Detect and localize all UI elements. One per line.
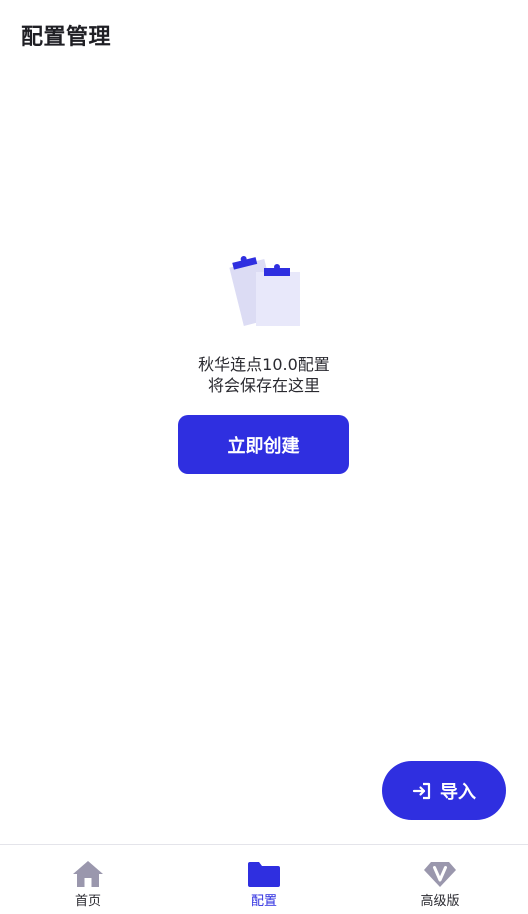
import-label: 导入 (440, 781, 476, 803)
page-title: 配置管理 (21, 25, 112, 50)
nav-label-config: 配置 (250, 894, 277, 909)
login-arrow-icon (412, 781, 432, 801)
clipboard-stack-icon (226, 252, 302, 328)
nav-label-premium: 高级版 (420, 894, 460, 909)
create-now-button[interactable]: 立即创建 (178, 415, 349, 474)
import-button[interactable]: 导入 (382, 761, 506, 820)
nav-item-config[interactable]: 配置 (176, 845, 352, 914)
folder-icon (247, 859, 281, 889)
config-manager-screen: 配置管理 秋华连点10.0配置 将会保存在这里 立即创建 导入 首页 配置 高级… (0, 0, 528, 914)
empty-state-message: 秋华连点10.0配置 将会保存在这里 (0, 354, 528, 396)
empty-state-line-2: 将会保存在这里 (207, 376, 320, 395)
nav-item-premium[interactable]: 高级版 (352, 845, 528, 914)
nav-item-home[interactable]: 首页 (0, 845, 176, 914)
empty-state-line-1: 秋华连点10.0配置 (198, 355, 330, 374)
nav-label-home: 首页 (74, 894, 101, 909)
bottom-navigation: 首页 配置 高级版 (0, 844, 528, 914)
home-icon (71, 859, 105, 889)
diamond-v-icon (423, 859, 457, 889)
